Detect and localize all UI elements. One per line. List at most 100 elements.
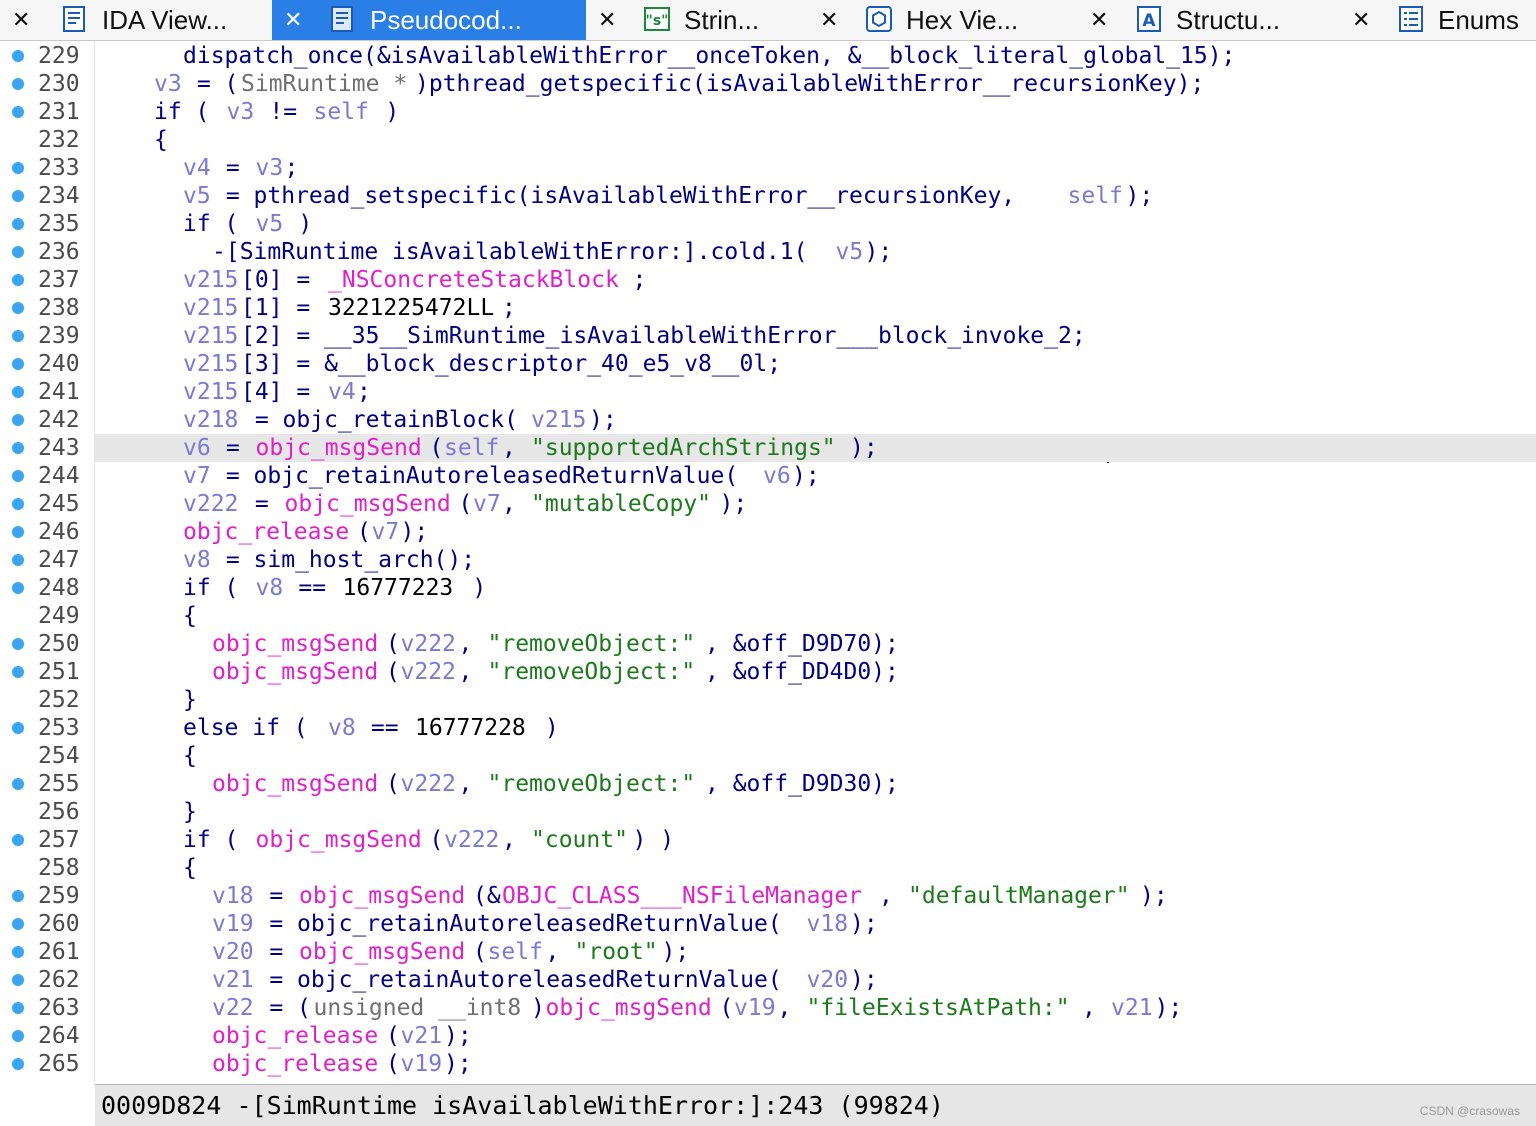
breakpoint-dot-icon[interactable] [12, 974, 24, 986]
tab-strings[interactable]: ✕ "s" Strin... [586, 0, 808, 40]
breakpoint-dot-icon[interactable] [12, 918, 24, 930]
code-line[interactable]: v18 = objc_msgSend (& OBJC_CLASS___NSFileM… [95, 882, 1536, 910]
breakpoint-dot-icon[interactable] [12, 1002, 24, 1014]
code-line[interactable]: v215 [3] = &__block_descriptor_40_e5_v8__… [95, 350, 1536, 378]
breakpoint-dot-icon[interactable] [12, 1058, 24, 1070]
breakpoint-dot-icon[interactable] [12, 442, 24, 454]
code-line-current[interactable]: v6 = objc_msgSend (self, "supportedArchSt… [95, 434, 1536, 462]
code-line[interactable]: v218 = objc_retainBlock(v215); [95, 406, 1536, 434]
code-line[interactable]: v215 [0] = _NSConcreteStackBlock; [95, 266, 1536, 294]
breakpoint-dot-icon[interactable] [12, 218, 24, 230]
code-token: , [502, 827, 530, 853]
code-line[interactable]: objc_release (v21); [95, 1022, 1536, 1050]
breakpoint-dot-icon[interactable] [12, 190, 24, 202]
code-line[interactable]: v215 [2] = __35__SimRuntime_isAvailableWi… [95, 322, 1536, 350]
code-token: v21 [212, 967, 254, 993]
breakpoint-dot-icon[interactable] [12, 414, 24, 426]
code-token: ) [371, 99, 400, 125]
tab-enums[interactable]: ✕ Enums [1340, 0, 1536, 40]
line-number: 229 [38, 43, 80, 69]
breakpoint-dot-icon[interactable] [12, 554, 24, 566]
breakpoint-dot-icon[interactable] [12, 834, 24, 846]
breakpoint-dot-icon[interactable] [12, 50, 24, 62]
code-line[interactable]: v215 [4] = v4; [95, 378, 1536, 406]
breakpoint-dot-icon[interactable] [12, 1030, 24, 1042]
code-line[interactable]: dispatch_once(&isAvailableWithError__onc… [95, 42, 1536, 70]
code-token: v19 [212, 911, 254, 937]
breakpoint-dot-icon[interactable] [12, 722, 24, 734]
code-line[interactable]: -[SimRuntime isAvailableWithError:].cold… [95, 238, 1536, 266]
line-number: 238 [38, 295, 80, 321]
code-line[interactable]: else if ( v8 == 16777228 ) [95, 714, 1536, 742]
breakpoint-dot-icon[interactable] [12, 666, 24, 678]
code-token: } [183, 687, 197, 713]
code-line[interactable]: v4 = v3; [95, 154, 1536, 182]
code-line[interactable]: v8 = sim_host_arch(); [95, 546, 1536, 574]
breakpoint-dot-icon[interactable] [12, 162, 24, 174]
code-line[interactable]: objc_msgSend (v222, "removeObject:" , &off… [95, 658, 1536, 686]
breakpoint-dot-icon[interactable] [12, 526, 24, 538]
close-icon[interactable]: ✕ [1090, 8, 1108, 32]
breakpoint-dot-icon[interactable] [12, 358, 24, 370]
code-line[interactable]: v3 = (SimRuntime *)pthread_getspecific(i… [95, 70, 1536, 98]
code-line[interactable]: v22 = (unsigned __int8) objc_msgSend (v19,… [95, 994, 1536, 1022]
code-line[interactable]: objc_release (v7); [95, 518, 1536, 546]
gutter-line: 229 [0, 42, 94, 70]
breakpoint-dot-icon[interactable] [12, 106, 24, 118]
breakpoint-dot-icon[interactable] [12, 78, 24, 90]
code-line[interactable]: } [95, 798, 1536, 826]
code-token: ; [502, 295, 516, 321]
code-line[interactable]: objc_release (v19); [95, 1050, 1536, 1078]
tab-hex-view[interactable]: ✕ Hex Vie... [808, 0, 1078, 40]
code-line[interactable]: } [95, 686, 1536, 714]
code-line[interactable]: v215 [1] = 3221225472LL; [95, 294, 1536, 322]
line-number: 241 [38, 379, 80, 405]
close-icon[interactable]: ✕ [12, 8, 30, 32]
code-line[interactable]: if ( v3 != self ) [95, 98, 1536, 126]
code-token: v21 [1111, 995, 1153, 1021]
close-icon[interactable]: ✕ [1352, 8, 1370, 32]
svg-text:A: A [1142, 11, 1156, 31]
tab-pseudocode[interactable]: ✕ Pseudocod... [272, 0, 586, 40]
breakpoint-dot-icon[interactable] [12, 246, 24, 258]
code-line[interactable]: { [95, 126, 1536, 154]
code-line[interactable]: v20 = objc_msgSend (self, "root"); [95, 938, 1536, 966]
code-line[interactable]: { [95, 742, 1536, 770]
breakpoint-dot-icon[interactable] [12, 330, 24, 342]
breakpoint-dot-icon[interactable] [12, 302, 24, 314]
breakpoint-dot-icon[interactable] [12, 778, 24, 790]
line-number: 243 [38, 435, 80, 461]
breakpoint-dot-icon[interactable] [12, 946, 24, 958]
code-line[interactable]: v7 = objc_retainAutoreleasedReturnValue(… [95, 462, 1536, 490]
breakpoint-dot-icon[interactable] [12, 498, 24, 510]
code-line[interactable]: v222 = objc_msgSend (v7, "mutableCopy"); [95, 490, 1536, 518]
breakpoint-dot-icon[interactable] [12, 890, 24, 902]
code-line[interactable]: { [95, 854, 1536, 882]
code-token: , [458, 659, 487, 685]
pseudocode-editor[interactable]: dispatch_once(&isAvailableWithError__onc… [95, 41, 1536, 1084]
breakpoint-dot-icon[interactable] [12, 582, 24, 594]
code-line[interactable]: if ( v8 == 16777223 ) [95, 574, 1536, 602]
code-token: "removeObject:" [487, 659, 696, 685]
code-line[interactable]: v19 = objc_retainAutoreleasedReturnValue… [95, 910, 1536, 938]
code-line[interactable]: objc_msgSend (v222, "removeObject:" , &off… [95, 770, 1536, 798]
close-icon[interactable]: ✕ [598, 8, 616, 32]
code-line[interactable]: v21 = objc_retainAutoreleasedReturnValue… [95, 966, 1536, 994]
gutter-line: 231 [0, 98, 94, 126]
code-line[interactable]: if ( objc_msgSend (v222, "count") ) [95, 826, 1536, 854]
code-token: v222 [400, 631, 456, 657]
code-line[interactable]: objc_msgSend (v222, "removeObject:" , &off… [95, 630, 1536, 658]
code-line[interactable]: if ( v5 ) [95, 210, 1536, 238]
breakpoint-dot-icon[interactable] [12, 470, 24, 482]
breakpoint-dot-icon[interactable] [12, 386, 24, 398]
tab-ida-view[interactable]: ✕ IDA View... [0, 0, 272, 40]
close-icon[interactable]: ✕ [820, 8, 838, 32]
code-token: ); [1140, 883, 1168, 909]
breakpoint-dot-icon[interactable] [12, 638, 24, 650]
line-number: 257 [38, 827, 80, 853]
breakpoint-dot-icon[interactable] [12, 274, 24, 286]
close-icon[interactable]: ✕ [284, 8, 302, 32]
code-line[interactable]: { [95, 602, 1536, 630]
tab-structures[interactable]: ✕ A Structu... [1078, 0, 1340, 40]
code-line[interactable]: v5 = pthread_setspecific(isAvailableWith… [95, 182, 1536, 210]
